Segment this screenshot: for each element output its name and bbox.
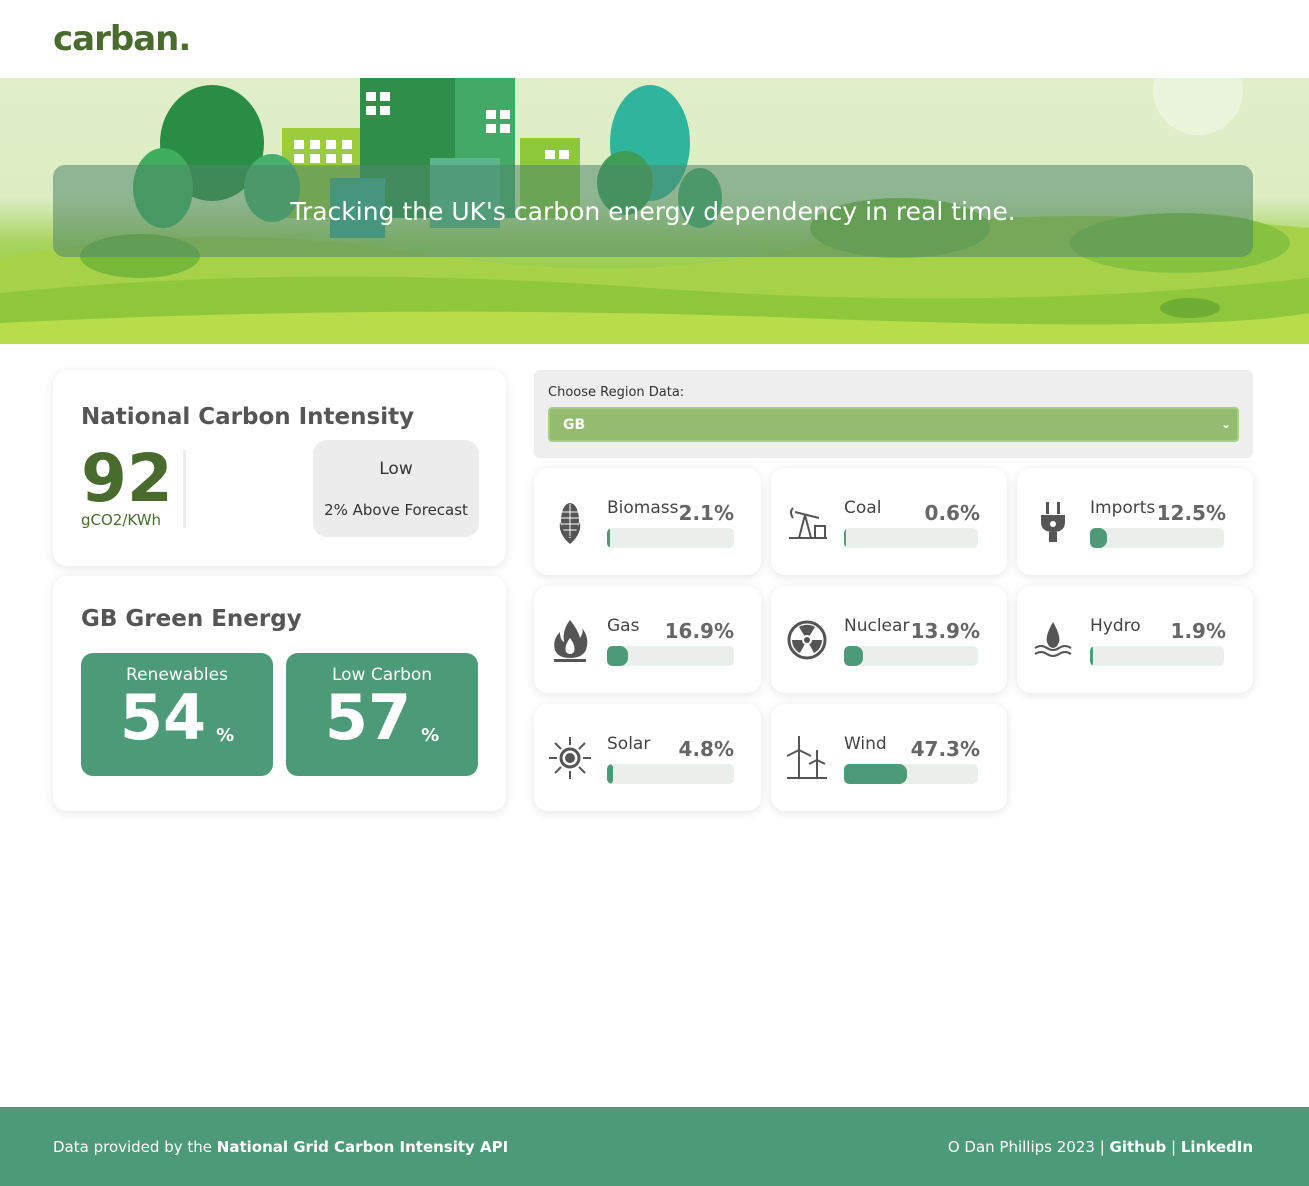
site-header: carban. [0, 0, 1309, 78]
card-title: National Carbon Intensity [81, 404, 415, 430]
fuel-progress-fill [844, 764, 908, 784]
fuel-progress-track [844, 764, 978, 784]
footer-separator: | [1171, 1137, 1177, 1156]
fuel-name: Wind [844, 734, 887, 754]
chevron-down-icon: ⌄ [1220, 417, 1231, 431]
footer-copyright: O Dan Phillips 2023 | [947, 1137, 1105, 1156]
percent-sign: % [421, 725, 440, 746]
fuel-card-nuclear: Nuclear 13.9% [771, 586, 1007, 693]
fuel-percentage: 1.9% [1170, 619, 1226, 643]
divider [183, 450, 186, 528]
corn-icon [559, 503, 581, 544]
intensity-unit: gCO2/KWh [81, 511, 162, 529]
low-carbon-value: 57 [324, 681, 412, 754]
oil-pump-icon [789, 507, 827, 539]
renewables-box: Renewables 54 % [81, 653, 273, 776]
fuel-progress-track [607, 764, 734, 784]
fuel-percentage: 4.8% [678, 737, 734, 761]
hero-banner: Tracking the UK's carbon energy dependen… [0, 78, 1309, 344]
radiation-icon [787, 620, 827, 660]
fuel-percentage: 16.9% [664, 619, 734, 643]
fuel-progress-track [844, 646, 978, 666]
water-drop-icon [1034, 622, 1072, 657]
wind-turbine-icon [786, 736, 827, 779]
fuel-percentage: 2.1% [678, 501, 734, 525]
fuel-card-wind: Wind 47.3% [771, 704, 1007, 811]
region-select[interactable]: GB ⌄ [548, 407, 1239, 442]
national-carbon-intensity-card: National Carbon Intensity 92 gCO2/KWh Lo… [53, 370, 506, 566]
fuel-name: Solar [607, 734, 651, 754]
intensity-forecast: 2% Above Forecast [324, 500, 468, 519]
card-title: GB Green Energy [81, 606, 302, 632]
fuel-progress-track [844, 528, 978, 548]
fuel-percentage: 13.9% [910, 619, 980, 643]
renewables-value: 54 [119, 681, 207, 754]
fuel-name: Biomass [607, 498, 679, 518]
fuel-progress-fill [607, 646, 629, 666]
intensity-level: Low [379, 458, 413, 479]
fuel-card-imports: Imports 12.5% [1017, 468, 1253, 575]
low-carbon-box: Low Carbon 57 % [286, 653, 478, 776]
fuel-progress-fill [1090, 528, 1107, 548]
fuel-progress-track [607, 646, 734, 666]
fuel-progress-fill [1090, 646, 1093, 666]
fuel-progress-fill [844, 646, 863, 666]
site-footer: Data provided by the National Grid Carbo… [0, 1107, 1309, 1186]
fuel-name: Nuclear [844, 616, 910, 636]
api-link[interactable]: National Grid Carbon Intensity API [217, 1138, 508, 1156]
fuel-progress-track [607, 528, 734, 548]
fuel-progress-fill [607, 764, 614, 784]
percent-sign: % [216, 725, 235, 746]
hero-tagline-banner: Tracking the UK's carbon energy dependen… [53, 165, 1253, 257]
region-selected-value: GB [563, 416, 586, 433]
fuel-name: Gas [607, 616, 640, 636]
fuel-progress-track [1090, 646, 1224, 666]
linkedin-link[interactable]: LinkedIn [1181, 1138, 1253, 1156]
hero-tagline: Tracking the UK's carbon energy dependen… [290, 196, 1016, 226]
fuel-percentage: 47.3% [910, 737, 980, 761]
region-selector: Choose Region Data: GB ⌄ [534, 370, 1253, 458]
fuel-percentage: 0.6% [924, 501, 980, 525]
fuel-percentage: 12.5% [1156, 501, 1226, 525]
fuel-card-hydro: Hydro 1.9% [1017, 586, 1253, 693]
site-logo[interactable]: carban. [53, 19, 191, 59]
fuel-card-biomass: Biomass 2.1% [534, 468, 761, 575]
dashboard: National Carbon Intensity 92 gCO2/KWh Lo… [53, 370, 1253, 820]
fuel-name: Hydro [1090, 616, 1141, 636]
fuel-name: Imports [1090, 498, 1156, 518]
fuel-card-gas: Gas 16.9% [534, 586, 761, 693]
green-energy-card: GB Green Energy Renewables 54 % Low Carb… [53, 576, 506, 811]
flame-icon [554, 620, 588, 662]
footer-credits: O Dan Phillips 2023 | Github | LinkedIn [948, 1138, 1253, 1156]
sun-icon [549, 737, 591, 779]
fuel-card-coal: Coal 0.6% [771, 468, 1007, 575]
footer-attribution: Data provided by the National Grid Carbo… [53, 1138, 508, 1156]
fuel-progress-track [1090, 528, 1224, 548]
region-label: Choose Region Data: [548, 385, 685, 400]
intensity-value: 92 [81, 440, 173, 517]
fuel-progress-fill [844, 528, 846, 548]
footer-attribution-prefix: Data provided by the [53, 1137, 212, 1156]
fuel-card-solar: Solar 4.8% [534, 704, 761, 811]
fuel-progress-fill [607, 528, 610, 548]
plug-icon [1041, 502, 1065, 542]
intensity-status-box: Low 2% Above Forecast [313, 440, 479, 537]
fuel-name: Coal [844, 498, 882, 518]
github-link[interactable]: Github [1110, 1138, 1167, 1156]
